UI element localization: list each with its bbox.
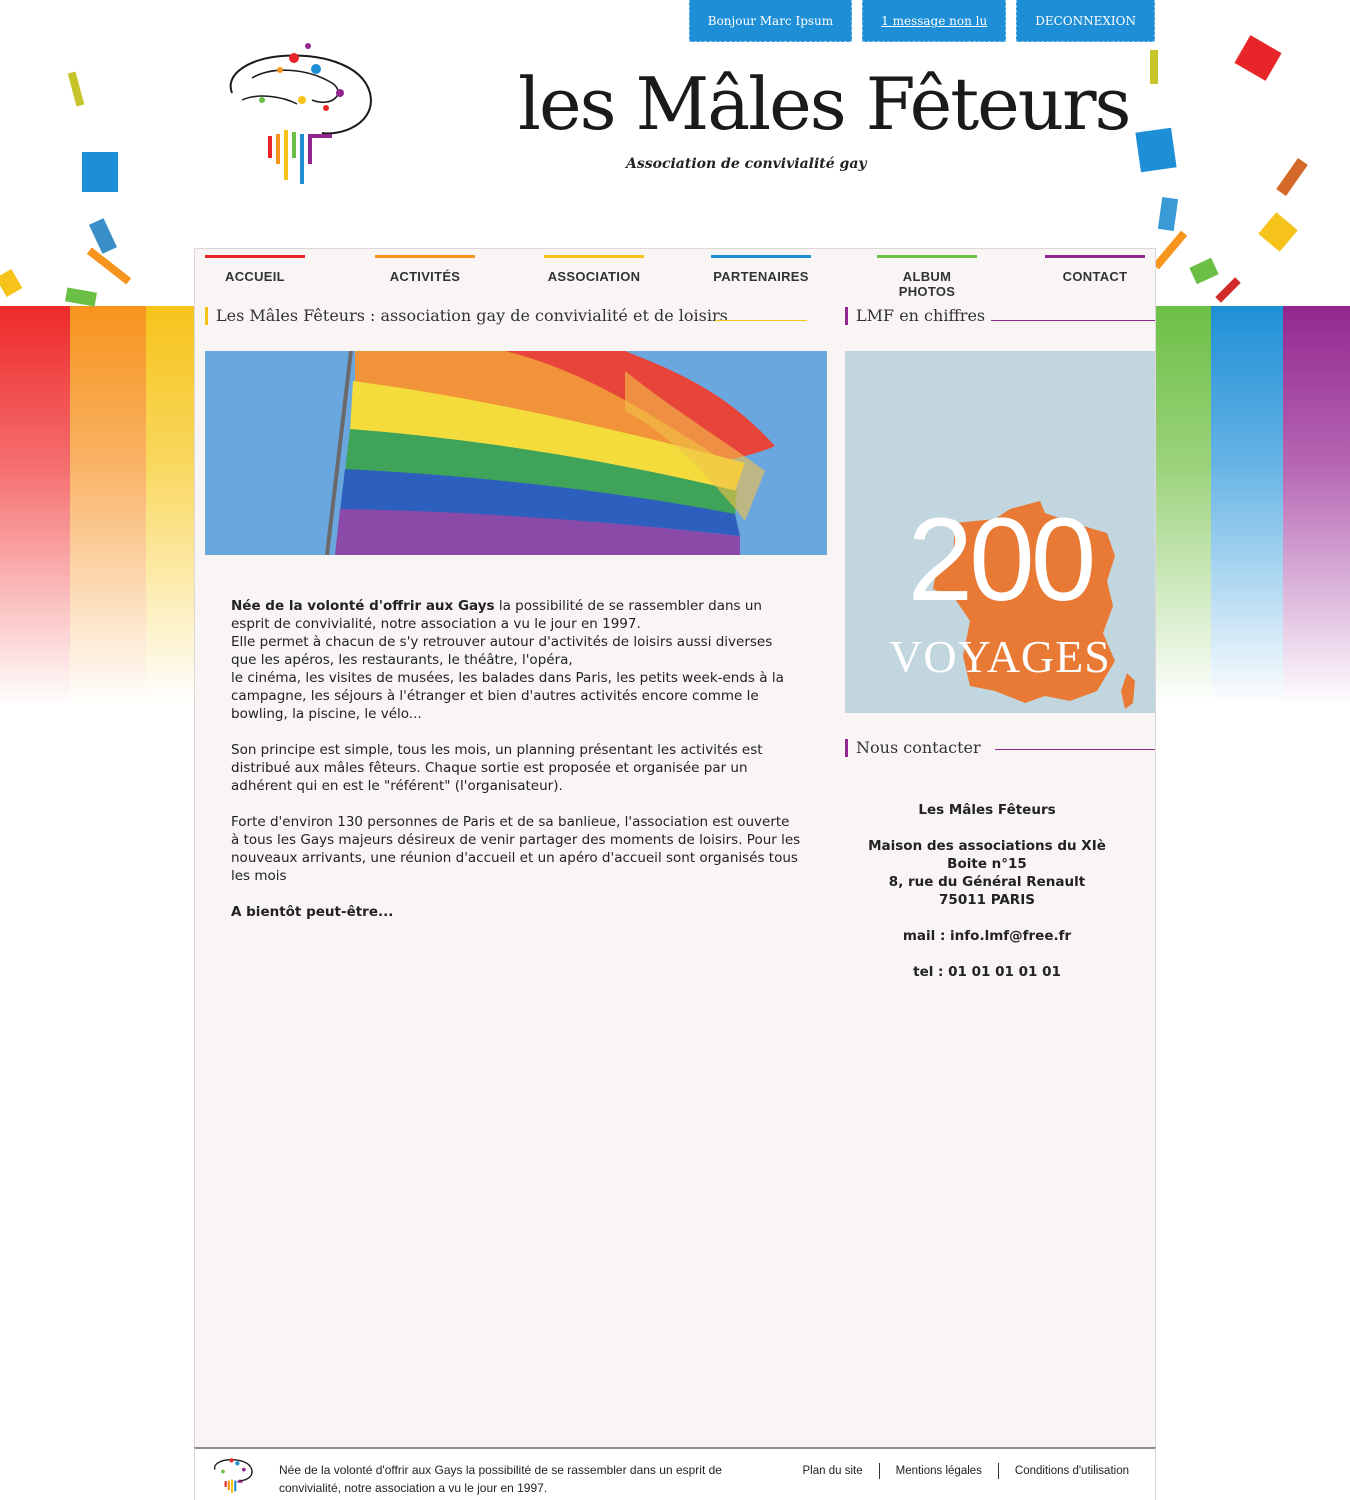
contact-name: Les Mâles Fêteurs [918, 802, 1056, 818]
greeting-button[interactable]: Bonjour Marc Ipsum [688, 0, 853, 42]
confetti-piece [1215, 277, 1241, 303]
nav-item-activites[interactable]: ACTIVITÉS [375, 255, 475, 295]
sitemap-link[interactable]: Plan du site [787, 1463, 879, 1479]
nav-accent-bar [375, 255, 475, 258]
legal-notice-link[interactable]: Mentions légales [878, 1463, 998, 1479]
confetti-piece [1234, 35, 1282, 81]
contact-heading-line [995, 749, 1155, 750]
stripe-blue [1211, 306, 1283, 706]
stat-label: VOYAGES [889, 631, 1111, 682]
nav-item-association[interactable]: ASSOCIATION [544, 255, 644, 295]
nav-item-accueil[interactable]: ACCUEIL [205, 255, 305, 295]
nav-accent-bar [877, 255, 977, 258]
intro-bold: Née de la volonté d'offrir aux Gays [231, 598, 495, 614]
contact-mail[interactable]: mail : info.lmf@free.fr [845, 927, 1129, 945]
confetti-piece [1157, 197, 1179, 231]
principle-paragraph: Son principe est simple, tous les mois, … [231, 742, 763, 794]
user-bar: Bonjour Marc Ipsum 1 message non lu DECO… [688, 0, 1155, 42]
confetti-piece [1258, 212, 1298, 252]
closing-line: A bientôt peut-être... [231, 904, 394, 920]
members-paragraph: Forte d'environ 130 personnes de Paris e… [231, 814, 801, 884]
confetti-piece [0, 268, 23, 298]
footer-logo-icon[interactable] [211, 1455, 255, 1495]
main-content: Née de la volonté d'offrir aux Gays la p… [231, 597, 801, 939]
confetti-piece [1189, 257, 1219, 285]
contact-address-line: 75011 PARIS [939, 892, 1035, 908]
nav-accent-bar [1045, 255, 1145, 258]
footer-links: Plan du site Mentions légales Conditions… [787, 1463, 1146, 1479]
confetti-piece [67, 71, 85, 107]
stripe-purple [1283, 306, 1350, 706]
main-panel: ACCUEIL ACTIVITÉS ASSOCIATION PARTENAIRE… [194, 248, 1156, 1500]
confetti-piece [86, 247, 132, 285]
logo-emblem-icon[interactable] [222, 38, 377, 188]
unread-messages-link[interactable]: 1 message non lu [862, 0, 1007, 42]
page-footer: Née de la volonté d'offrir aux Gays la p… [194, 1447, 1156, 1500]
stats-heading: LMF en chiffres [845, 307, 985, 325]
stripe-green [1156, 306, 1211, 706]
contact-phone: tel : 01 01 01 01 01 [913, 964, 1061, 980]
nav-item-contact[interactable]: CONTACT [1045, 255, 1145, 295]
confetti-piece [1150, 50, 1158, 84]
confetti-piece [1276, 157, 1308, 197]
stats-heading-line [991, 320, 1155, 321]
brand-title: les Mâles Fêteurs [518, 62, 1132, 146]
site-logo-title[interactable]: les Mâles Fêteurs Association de convivi… [518, 62, 1132, 182]
stripe-orange [70, 306, 146, 706]
confetti-piece [1152, 230, 1188, 270]
confetti-piece [1135, 127, 1177, 173]
stripe-red [0, 306, 70, 706]
confetti-piece [65, 287, 97, 307]
nav-accent-bar [711, 255, 811, 258]
stat-number: 200 [907, 494, 1097, 626]
logout-button[interactable]: DECONNEXION [1016, 0, 1155, 42]
footer-description: Née de la volonté d'offrir aux Gays la p… [279, 1463, 722, 1495]
nav-item-album-photos[interactable]: ALBUM PHOTOS [877, 255, 977, 299]
brand-tagline: Association de convivialité gay [626, 156, 867, 172]
title-underline [715, 320, 807, 321]
page-title: Les Mâles Fêteurs : association gay de c… [205, 307, 728, 325]
contact-address-line: Maison des associations du XIè [868, 838, 1106, 854]
contact-address-line: 8, rue du Général Renault [888, 874, 1086, 890]
stripe-yellow [146, 306, 196, 706]
nav-item-partenaires[interactable]: PARTENAIRES [711, 255, 811, 295]
nav-accent-bar [205, 255, 305, 258]
stat-box: 200 VOYAGES [845, 351, 1155, 713]
contact-heading: Nous contacter [845, 739, 981, 757]
contact-address-line: Boite n°15 [947, 856, 1027, 872]
contact-block: Les Mâles Fêteurs Maison des association… [845, 801, 1129, 981]
main-navigation: ACCUEIL ACTIVITÉS ASSOCIATION PARTENAIRE… [205, 255, 1145, 299]
intro-paragraph: Née de la volonté d'offrir aux Gays la p… [231, 598, 784, 722]
hero-rainbow-flag-image [205, 351, 827, 555]
terms-of-use-link[interactable]: Conditions d'utilisation [997, 1463, 1145, 1479]
confetti-piece [82, 152, 118, 192]
nav-accent-bar [544, 255, 644, 258]
